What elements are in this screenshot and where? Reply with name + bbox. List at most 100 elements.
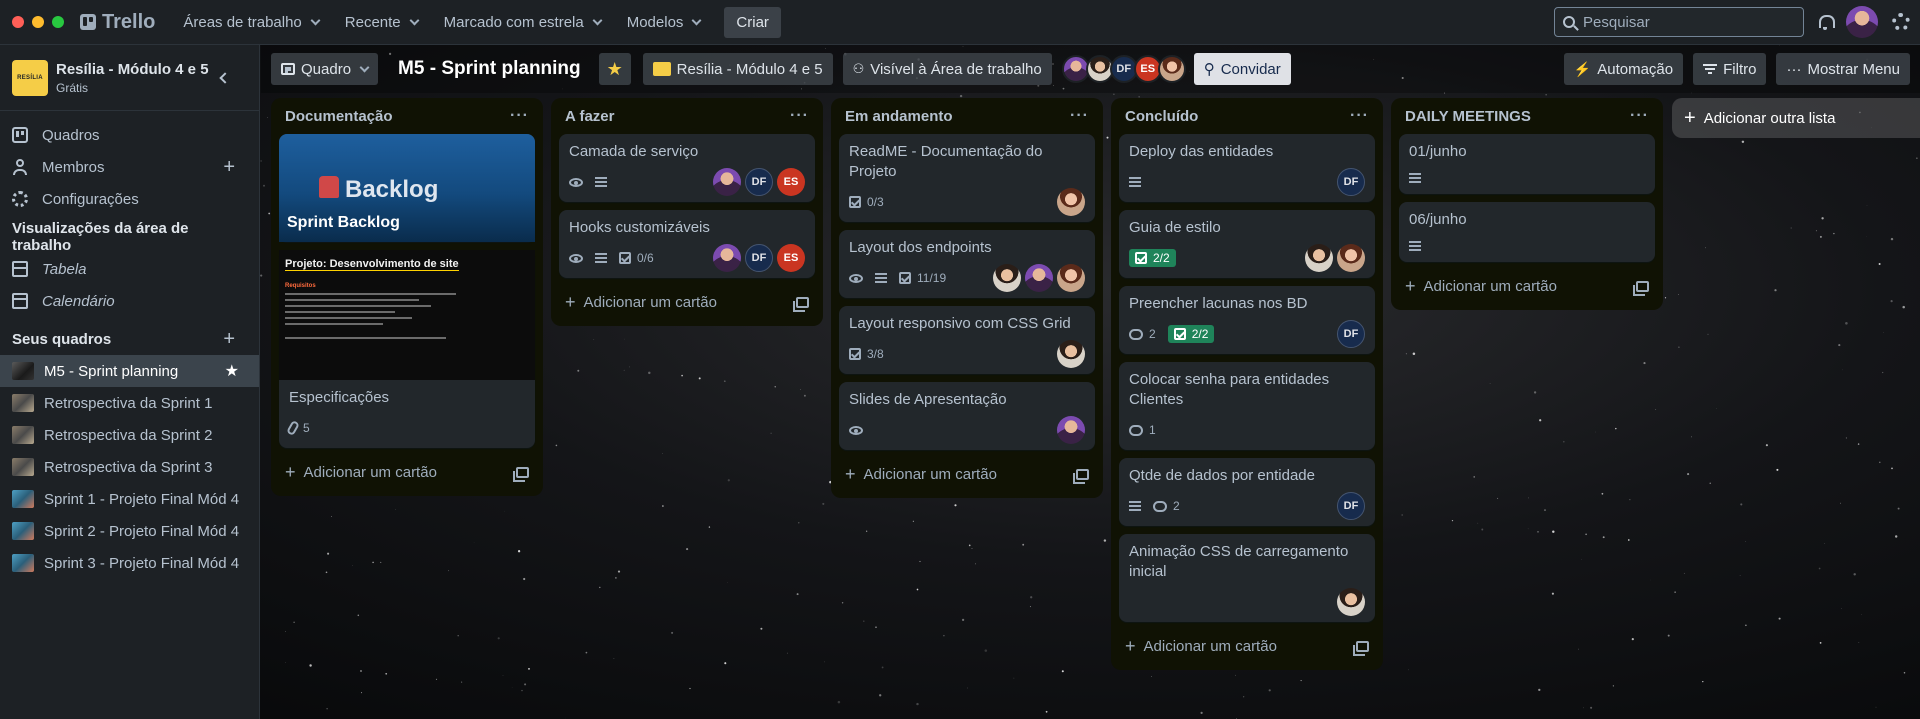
settings-gear-icon[interactable] [1892,13,1910,31]
list-title[interactable]: A fazer [565,108,614,125]
member-avatar[interactable] [1057,188,1085,216]
minimize-window-button[interactable] [32,16,44,28]
add-card-button[interactable]: + Adicionar um cartão [1119,630,1375,662]
add-member-icon[interactable]: + [223,156,235,179]
filter-button[interactable]: Filtro [1693,53,1767,85]
user-avatar[interactable] [1846,6,1878,38]
list-daily-meetings[interactable]: DAILY MEETINGS ··· 01/junho 06/junho + A… [1391,98,1663,310]
list-actions-icon[interactable]: ··· [790,107,809,125]
board-title[interactable]: M5 - Sprint planning [398,58,581,80]
sidebar-item-members[interactable]: Membros + [0,151,259,183]
show-menu-button[interactable]: ··· Mostrar Menu [1776,53,1910,85]
sidebar-item-boards[interactable]: Quadros [0,119,259,151]
card-colocar-senha[interactable]: Colocar senha para entidades Clientes 1 [1119,362,1375,450]
card-06-junho[interactable]: 06/junho [1399,202,1655,262]
sidebar-board-retro-2[interactable]: Retrospectiva da Sprint 2 [0,419,259,451]
list-header[interactable]: DAILY MEETINGS ··· [1399,98,1655,134]
list-a-fazer[interactable]: A fazer ··· Camada de serviço DF ES Hook… [551,98,823,326]
star-icon[interactable]: ★ [225,361,239,381]
member-avatar[interactable] [713,168,741,196]
member-avatar[interactable] [1305,244,1333,272]
member-avatar-df[interactable]: DF [745,244,773,272]
close-window-button[interactable] [12,16,24,28]
add-card-button[interactable]: + Adicionar um cartão [839,458,1095,490]
starred-menu[interactable]: Marcado com estrela [434,6,611,39]
templates-menu[interactable]: Modelos [617,6,711,39]
view-switcher[interactable]: Quadro [271,53,379,85]
star-board-button[interactable]: ★ [598,53,631,85]
card-01-junho[interactable]: 01/junho [1399,134,1655,194]
notifications-bell-icon[interactable] [1818,14,1835,30]
member-avatar[interactable] [1025,264,1053,292]
list-header[interactable]: Em andamento ··· [839,98,1095,134]
create-from-template-icon[interactable] [1633,280,1649,296]
card-camada-de-servico[interactable]: Camada de serviço DF ES [559,134,815,202]
sidebar-board-m5-sprint-planning[interactable]: M5 - Sprint planning ★ [0,355,259,387]
sidebar-board-retro-3[interactable]: Retrospectiva da Sprint 3 [0,451,259,483]
invite-button[interactable]: ⚲ Convidar [1193,53,1291,85]
list-actions-icon[interactable]: ··· [1350,107,1369,125]
card-especificacoes[interactable]: Projeto: Desenvolvimento de site Requisi… [279,250,535,448]
list-title[interactable]: Documentação [285,108,393,125]
workspace-button[interactable]: Resília - Módulo 4 e 5 [642,53,833,85]
card-deploy-entidades[interactable]: Deploy das entidades DF [1119,134,1375,202]
search-input[interactable]: Pesquisar [1554,7,1804,37]
add-card-button[interactable]: + Adicionar um cartão [279,456,535,488]
card-readme[interactable]: ReadME - Documentação do Projeto 0/3 [839,134,1095,222]
member-avatar-df[interactable]: DF [745,168,773,196]
sidebar-board-sprint-3[interactable]: Sprint 3 - Projeto Final Mód 4 [0,547,259,579]
card-qtde-dados[interactable]: Qtde de dados por entidade 2 DF [1119,458,1375,526]
card-layout-responsivo[interactable]: Layout responsivo com CSS Grid 3/8 [839,306,1095,374]
create-from-template-icon[interactable] [1073,468,1089,484]
card-guia-de-estilo[interactable]: Guia de estilo 2/2 [1119,210,1375,278]
list-title[interactable]: Concluído [1125,108,1198,125]
member-avatar[interactable] [1057,416,1085,444]
member-avatar-es[interactable]: ES [777,168,805,196]
create-from-template-icon[interactable] [513,466,529,482]
create-from-template-icon[interactable] [793,296,809,312]
sidebar-board-sprint-2[interactable]: Sprint 2 - Projeto Final Mód 4 [0,515,259,547]
create-from-template-icon[interactable] [1353,640,1369,656]
create-button[interactable]: Criar [724,6,781,38]
member-avatar[interactable] [1157,55,1186,83]
sidebar-board-sprint-1[interactable]: Sprint 1 - Projeto Final Mód 4 [0,483,259,515]
list-title[interactable]: Em andamento [845,108,953,125]
member-avatar[interactable] [1057,264,1085,292]
card-sprint-backlog[interactable]: Backlog Sprint Backlog [279,134,535,242]
sidebar-item-table[interactable]: Tabela [0,253,259,285]
list-actions-icon[interactable]: ··· [1630,107,1649,125]
maximize-window-button[interactable] [52,16,64,28]
member-avatar-df[interactable]: DF [1337,168,1365,196]
list-title[interactable]: DAILY MEETINGS [1405,108,1531,125]
sidebar-item-calendar[interactable]: Calendário [0,285,259,317]
card-hooks-customizaveis[interactable]: Hooks customizáveis 0/6 DF ES [559,210,815,278]
member-avatar-df[interactable]: DF [1337,492,1365,520]
card-slides[interactable]: Slides de Apresentação [839,382,1095,450]
workspaces-menu[interactable]: Áreas de trabalho [173,6,328,39]
automation-button[interactable]: ⚡ Automação [1563,53,1684,85]
card-layout-endpoints[interactable]: Layout dos endpoints 11/19 [839,230,1095,298]
card-preencher-lacunas[interactable]: Preencher lacunas nos BD 2 2/2 DF [1119,286,1375,354]
member-avatar[interactable] [713,244,741,272]
list-header[interactable]: Concluído ··· [1119,98,1375,134]
trello-logo[interactable]: Trello [80,11,155,34]
recent-menu[interactable]: Recente [335,6,428,39]
sidebar-item-settings[interactable]: Configurações [0,183,259,215]
list-concluido[interactable]: Concluído ··· Deploy das entidades DF Gu… [1111,98,1383,670]
add-card-button[interactable]: + Adicionar um cartão [559,286,815,318]
member-avatar[interactable] [1337,244,1365,272]
add-board-icon[interactable]: + [223,328,235,351]
add-card-button[interactable]: + Adicionar um cartão [1399,270,1655,302]
sidebar-board-retro-1[interactable]: Retrospectiva da Sprint 1 [0,387,259,419]
member-avatar[interactable] [993,264,1021,292]
list-documentacao[interactable]: Documentação ··· Backlog Sprint Backlog … [271,98,543,496]
member-avatar[interactable] [1337,588,1365,616]
list-em-andamento[interactable]: Em andamento ··· ReadME - Documentação d… [831,98,1103,498]
list-header[interactable]: A fazer ··· [559,98,815,134]
visibility-button[interactable]: ⚇ Visível à Área de trabalho [842,53,1052,85]
member-avatar-df[interactable]: DF [1337,320,1365,348]
member-avatar-es[interactable]: ES [777,244,805,272]
list-header[interactable]: Documentação ··· [279,98,535,134]
card-animacao-css[interactable]: Animação CSS de carregamento inicial [1119,534,1375,622]
list-actions-icon[interactable]: ··· [510,107,529,125]
